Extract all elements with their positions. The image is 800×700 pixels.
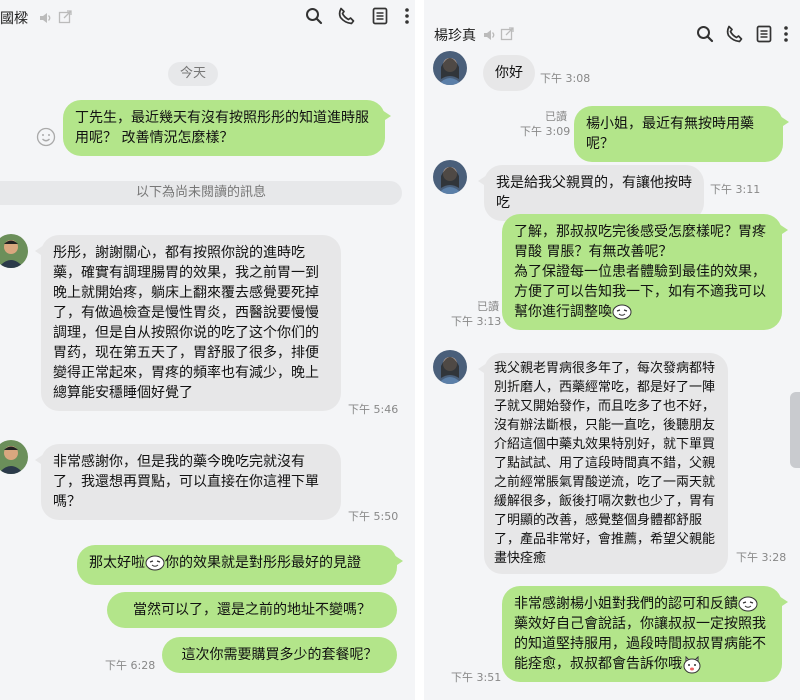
avatar[interactable] [433, 51, 467, 85]
message-bubble-in[interactable]: 我父親老胃病很多年了，每次發病都特別折磨人，西藥經常吃，都是好了一陣子就又開始發… [478, 353, 728, 574]
date-separator: 今天 [168, 62, 218, 86]
search-icon[interactable] [303, 5, 325, 27]
message-time: 下午 3:09 [520, 125, 571, 138]
avatar[interactable] [433, 160, 467, 194]
read-receipt: 已讀 [545, 110, 567, 123]
message-bubble-out[interactable]: 當然可以了，還是之前的地址不變嗎？ [107, 592, 397, 628]
more-icon[interactable] [775, 23, 797, 45]
left-topbar: 國樑 [0, 0, 415, 34]
scrollbar-handle[interactable] [790, 392, 800, 468]
message-text: 了解，那叔叔吃完後感受怎麼樣呢？胃疼 胃酸 胃脹？有無改善呢？ [514, 224, 766, 260]
message-bubble-out[interactable]: 這次你需要購買多少的套餐呢？ [162, 637, 397, 673]
search-icon[interactable] [694, 23, 716, 45]
chat-title: 國樑 [0, 11, 28, 27]
message-time: 下午 6:28 [105, 659, 156, 672]
more-icon[interactable] [396, 5, 415, 27]
message-time: 下午 3:28 [736, 551, 787, 564]
phone-icon[interactable] [723, 23, 745, 45]
external-icon[interactable] [58, 9, 73, 28]
avatar[interactable] [0, 440, 28, 474]
message-text: 那太好啦 [89, 555, 145, 571]
emoji-icon [145, 555, 165, 571]
panel-divider [415, 0, 424, 700]
emoji-icon [682, 655, 702, 674]
message-text: 為了保證每一位患者體驗到最佳的效果，方便了可以告知我一下，如有不適我可以幫你進行… [514, 264, 766, 320]
right-chat-panel: 楊珍真 你好 下午 3:08 已讀 下午 3:09 楊小姐，最近有無按時用藥呢？… [424, 0, 800, 700]
message-bubble-out[interactable]: 那太好啦 你的效果就是對彤彤最好的見證 [77, 545, 403, 585]
mute-icon[interactable] [38, 10, 52, 29]
message-time: 下午 3:51 [451, 671, 502, 684]
message-bubble-in[interactable]: 你好 [483, 55, 535, 91]
emoji-icon [612, 304, 632, 320]
message-text: 非常感謝楊小姐對我們的認可和反饋 [514, 596, 738, 612]
message-time: 下午 3:13 [451, 315, 502, 328]
read-receipt: 已讀 [477, 300, 499, 313]
message-bubble-in[interactable]: 彤彤，謝謝關心，都有按照你說的進時吃藥，確實有調理腸胃的效果，我之前胃一到晚上就… [35, 235, 341, 411]
chat-title: 楊珍真 [434, 28, 476, 44]
emoji-icon[interactable] [36, 127, 56, 151]
message-text: 你的效果就是對彤彤最好的見證 [165, 555, 361, 571]
message-time: 下午 3:11 [710, 183, 761, 196]
message-bubble-out[interactable]: 丁先生，最近幾天有沒有按照彤彤的知道進時服用呢？ 改善情況怎麼樣？ [63, 100, 391, 156]
external-icon[interactable] [500, 26, 515, 45]
message-bubble-in[interactable]: 非常感謝你，但是我的藥今晚吃完就沒有了，我還想再買點，可以直接在你這裡下單嗎？ [35, 444, 341, 520]
right-topbar: 楊珍真 [424, 16, 800, 52]
unread-notice: 以下為尚未閱讀的訊息 [0, 181, 402, 205]
message-bubble-in[interactable]: 我是給我父親買的，有讓他按時吃 [478, 165, 704, 221]
message-time: 下午 3:08 [540, 72, 591, 85]
message-time: 下午 5:50 [348, 510, 399, 523]
notes-icon[interactable] [369, 5, 391, 27]
avatar[interactable] [433, 350, 467, 384]
message-text: 藥效好自己會說話，你讓叔叔一定按照我的知道堅持服用，過段時間叔叔胃病能不能痊愈，… [514, 616, 766, 672]
mute-icon[interactable] [482, 27, 496, 46]
notes-icon[interactable] [753, 23, 775, 45]
avatar[interactable] [0, 234, 28, 268]
message-bubble-out[interactable]: 楊小姐，最近有無按時用藥呢？ [574, 106, 789, 162]
left-chat-panel: 國樑 今天 丁先生，最近幾天有沒有按照彤彤的知道進時服用呢？ 改善情況怎麼樣？ … [0, 0, 415, 700]
message-bubble-out[interactable]: 非常感謝楊小姐對我們的認可和反饋藥效好自己會說話，你讓叔叔一定按照我的知道堅持服… [502, 586, 788, 682]
message-time: 下午 5:46 [348, 403, 399, 416]
message-bubble-out[interactable]: 了解，那叔叔吃完後感受怎麼樣呢？胃疼 胃酸 胃脹？有無改善呢？ 為了保證每一位患… [502, 214, 788, 330]
emoji-icon [738, 596, 758, 612]
phone-icon[interactable] [335, 5, 357, 27]
